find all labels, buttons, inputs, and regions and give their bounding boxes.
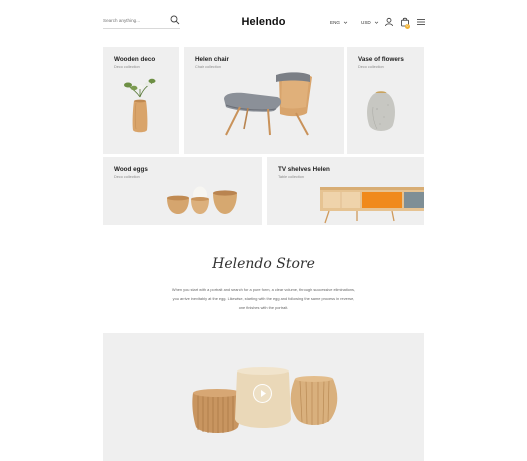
tile-vase-of-flowers[interactable]: Vase of flowers Deco collection <box>347 47 424 154</box>
tile-wood-eggs[interactable]: Wood eggs Deco collection <box>103 157 262 225</box>
menu-icon[interactable] <box>416 17 426 27</box>
chevron-down-icon <box>343 21 348 24</box>
store-title: Helendo Store <box>212 256 315 272</box>
tv-shelf-image <box>320 187 424 224</box>
chair-image <box>224 72 312 136</box>
site-logo[interactable]: Helendo <box>236 16 291 28</box>
play-button[interactable] <box>253 384 272 403</box>
currency-select[interactable]: USD <box>361 20 379 25</box>
search-input[interactable] <box>103 14 167 26</box>
store-description-line: one finishes with the portrait. <box>238 305 289 310</box>
cart-count-badge: 0 <box>405 24 410 29</box>
stone-vase-image <box>367 91 395 131</box>
search-icon[interactable] <box>170 15 180 25</box>
chevron-down-icon <box>374 21 378 24</box>
tile-wooden-deco[interactable]: Wooden deco Deco collection <box>103 47 179 154</box>
user-icon[interactable] <box>384 17 394 27</box>
search-box[interactable] <box>103 14 180 29</box>
currency-label: USD <box>361 20 371 25</box>
wood-eggs-image <box>167 186 237 214</box>
store-description: When you start with a portrait and searc… <box>150 285 377 312</box>
tile-helen-chair[interactable]: Helen chair Chair collection <box>184 47 344 154</box>
play-icon <box>261 390 266 397</box>
store-description-line: you arrive inevitably at the egg. Likewi… <box>172 296 355 301</box>
language-label: ENG <box>330 20 340 25</box>
store-description-line: When you start with a portrait and searc… <box>171 287 356 292</box>
language-select[interactable]: ENG <box>330 20 348 25</box>
wooden-vase-image <box>124 78 156 133</box>
tile-tv-shelves-helen[interactable]: TV shelves Helen Table collection <box>267 157 424 225</box>
